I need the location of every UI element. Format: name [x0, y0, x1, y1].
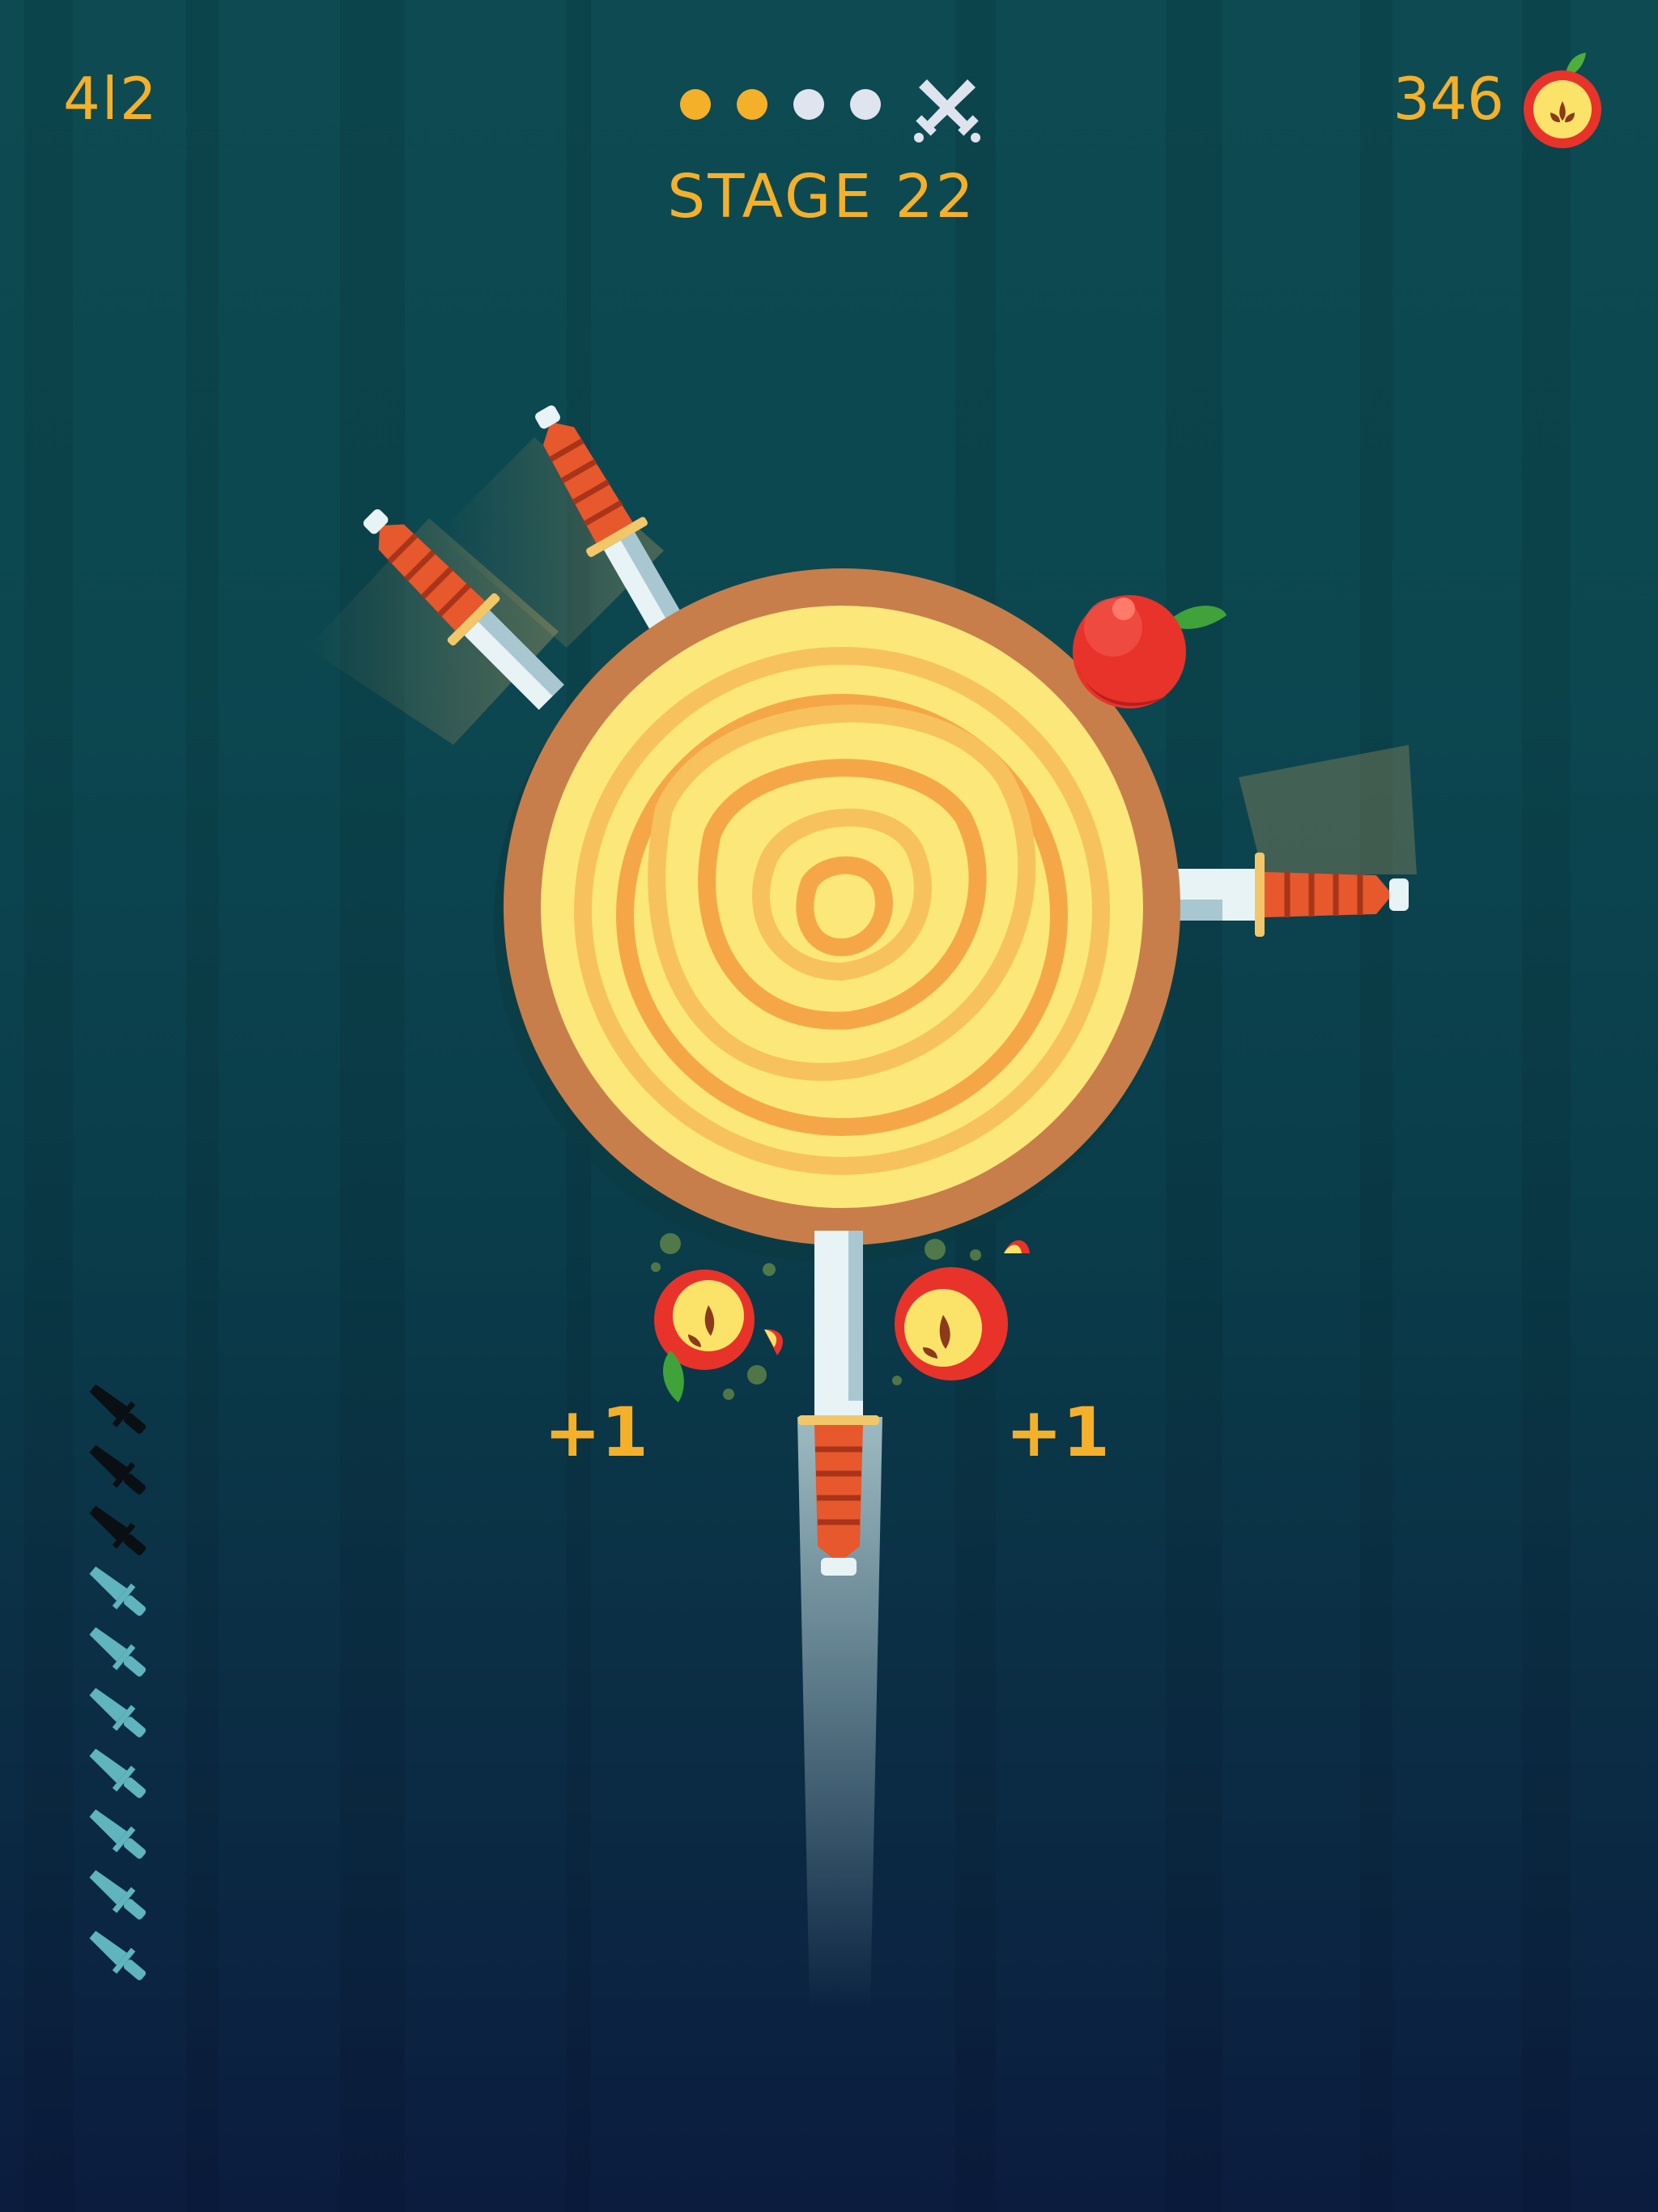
game-scene[interactable] [0, 0, 1658, 2212]
knife-available-icon [81, 1802, 154, 1866]
apple-target [1073, 595, 1226, 708]
knife-available-icon [81, 1680, 154, 1745]
knife-used-icon [81, 1498, 154, 1563]
knife-available-icon [81, 1923, 154, 1988]
knife-used-icon [81, 1437, 154, 1502]
knife-available-icon [81, 1619, 154, 1684]
score-popup-right: +1 [1005, 1393, 1110, 1472]
motion-smear [1239, 745, 1417, 874]
apple-half-right [895, 1267, 1008, 1380]
knife-available-icon [81, 1741, 154, 1806]
apple-half-left [654, 1270, 755, 1402]
knife-used-icon [81, 1376, 154, 1441]
score-popup-left: +1 [544, 1393, 648, 1472]
knife-available-icon [81, 1862, 154, 1927]
knife-available-icon [81, 1559, 154, 1623]
